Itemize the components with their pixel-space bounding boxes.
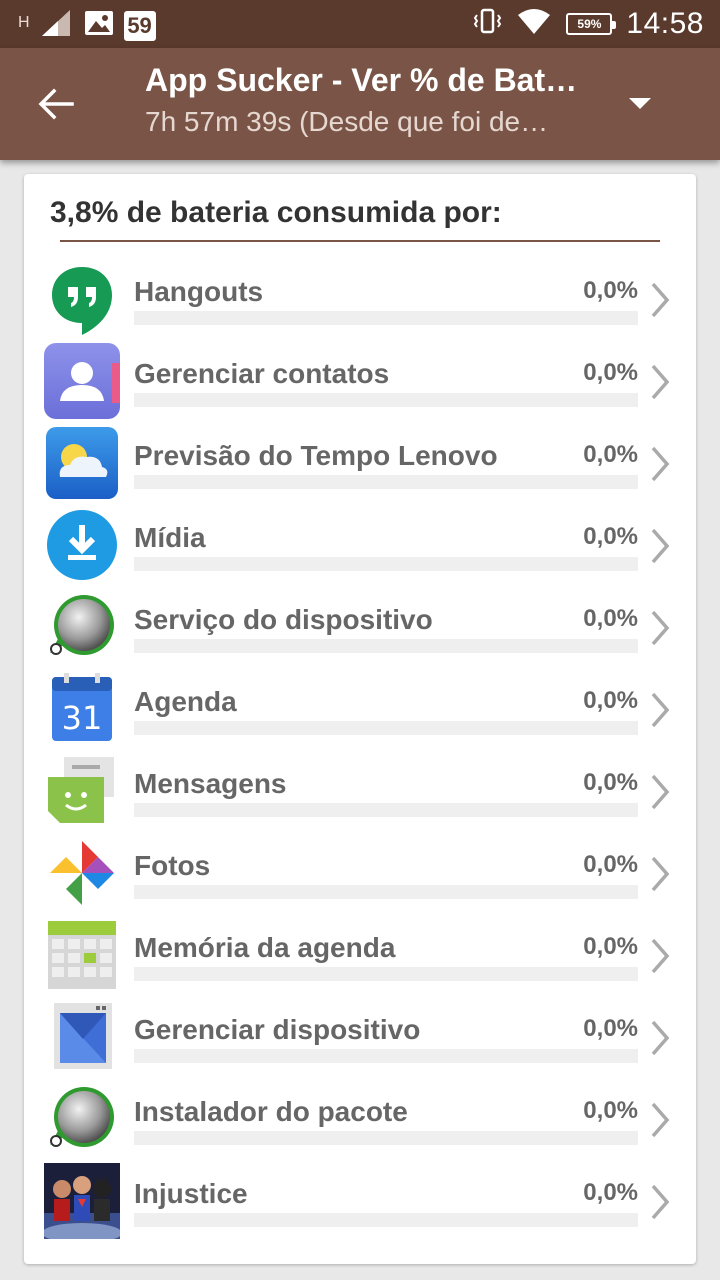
usage-bar <box>134 1131 638 1145</box>
calendar-icon: 31 <box>44 671 120 747</box>
app-name: Memória da agenda <box>134 932 396 963</box>
app-percent: 0,0% <box>583 769 638 796</box>
chevron-right-icon <box>648 526 672 566</box>
chevron-right-icon <box>648 362 672 402</box>
list-item[interactable]: Instalador do pacote 0,0% <box>24 1076 696 1158</box>
app-name: Agenda <box>134 686 237 717</box>
network-type-label: H <box>18 13 30 31</box>
app-percent: 0,0% <box>583 359 638 386</box>
usage-bar <box>134 967 638 981</box>
app-percent: 0,0% <box>583 851 638 878</box>
status-bar: H 59 59% 14:58 <box>0 0 720 48</box>
calendar-storage-icon <box>44 917 120 993</box>
list-item[interactable]: Previsão do Tempo Lenovo 0,0% <box>24 420 696 502</box>
image-icon <box>84 9 114 42</box>
chevron-right-icon <box>648 690 672 730</box>
usage-bar <box>134 1213 638 1227</box>
toolbar-subtitle: 7h 57m 39s (Desde que foi de… <box>145 106 549 137</box>
chevron-right-icon <box>648 936 672 976</box>
hangouts-icon <box>44 261 120 337</box>
chevron-right-icon <box>648 772 672 812</box>
list-item[interactable]: Hangouts 0,0% <box>24 256 696 338</box>
app-name: Mensagens <box>134 768 287 799</box>
app-name: Injustice <box>134 1178 248 1209</box>
toolbar-title: App Sucker - Ver % de Bat… <box>145 62 578 98</box>
messages-icon <box>44 753 120 829</box>
package-installer-icon <box>44 1081 120 1157</box>
app-percent: 0,0% <box>583 933 638 960</box>
notification-badge-icon: 59 <box>123 10 156 41</box>
wifi-icon <box>516 6 552 41</box>
download-icon <box>44 507 120 583</box>
list-item[interactable]: Memória da agenda 0,0% <box>24 912 696 994</box>
usage-bar <box>134 557 638 571</box>
app-name: Hangouts <box>134 276 264 307</box>
app-name: Mídia <box>134 522 206 553</box>
list-item[interactable]: Mídia 0,0% <box>24 502 696 584</box>
list-item[interactable]: Gerenciar contatos 0,0% <box>24 338 696 420</box>
app-percent: 0,0% <box>583 1179 638 1206</box>
chevron-right-icon <box>648 444 672 484</box>
app-name: Instalador do pacote <box>134 1096 408 1127</box>
usage-bar <box>134 311 638 325</box>
app-name: Fotos <box>134 850 211 881</box>
list-item[interactable]: 31 Agenda 0,0% <box>24 666 696 748</box>
dropdown-arrow-icon <box>629 97 651 115</box>
list-item[interactable]: Gerenciar dispositivo 0,0% <box>24 994 696 1076</box>
usage-bar <box>134 393 638 407</box>
app-toolbar: App Sucker - Ver % de Bat… 7h 57m 39s (D… <box>0 48 720 160</box>
clock: 14:58 <box>626 6 704 40</box>
injustice-game-icon <box>42 1163 122 1243</box>
status-bar-left: H 59 <box>18 8 156 43</box>
signal-icon <box>40 8 74 43</box>
app-percent: 0,0% <box>583 277 638 304</box>
chevron-right-icon <box>648 1182 672 1222</box>
list-item[interactable]: Serviço do dispositivo 0,0% <box>24 584 696 666</box>
usage-bar <box>134 475 638 489</box>
battery-usage-card: 3,8% de bateria consumida por: Hangouts … <box>24 174 696 1264</box>
header-divider <box>60 240 660 242</box>
back-arrow-icon <box>38 88 74 125</box>
photos-icon <box>44 835 120 911</box>
vibrate-icon <box>472 6 502 41</box>
chevron-right-icon <box>648 608 672 648</box>
app-percent: 0,0% <box>583 1097 638 1124</box>
chevron-right-icon <box>648 1018 672 1058</box>
app-percent: 0,0% <box>583 523 638 550</box>
app-name: Gerenciar dispositivo <box>134 1014 421 1045</box>
chevron-right-icon <box>648 1100 672 1140</box>
usage-bar <box>134 1049 638 1063</box>
usage-bar <box>134 721 638 735</box>
usage-bar <box>134 639 638 653</box>
app-name: Gerenciar contatos <box>134 358 390 389</box>
list-item[interactable]: Mensagens 0,0% <box>24 748 696 830</box>
usage-bar <box>134 885 638 899</box>
contacts-icon <box>44 343 120 419</box>
chevron-right-icon <box>648 280 672 320</box>
list-item[interactable]: Fotos 0,0% <box>24 830 696 912</box>
app-name: Previsão do Tempo Lenovo <box>134 440 498 471</box>
app-name: Serviço do dispositivo <box>134 604 433 635</box>
app-percent: 0,0% <box>583 1015 638 1042</box>
svg-text:31: 31 <box>62 699 103 737</box>
time-range-dropdown[interactable] <box>616 82 664 130</box>
app-percent: 0,0% <box>583 605 638 632</box>
status-bar-right: 59% 14:58 <box>472 6 704 41</box>
app-percent: 0,0% <box>583 441 638 468</box>
back-button[interactable] <box>28 78 84 134</box>
chevron-right-icon <box>648 854 672 894</box>
list-item[interactable]: Injustice 0,0% <box>24 1158 696 1243</box>
app-list: Hangouts 0,0% Gerenciar contatos 0,0% Pr… <box>24 256 696 1243</box>
usage-bar <box>134 803 638 817</box>
weather-icon <box>44 425 120 501</box>
android-system-icon <box>44 589 120 665</box>
card-header: 3,8% de bateria consumida por: <box>50 196 502 229</box>
device-manager-icon <box>44 999 120 1075</box>
app-percent: 0,0% <box>583 687 638 714</box>
battery-icon: 59% <box>566 12 617 35</box>
